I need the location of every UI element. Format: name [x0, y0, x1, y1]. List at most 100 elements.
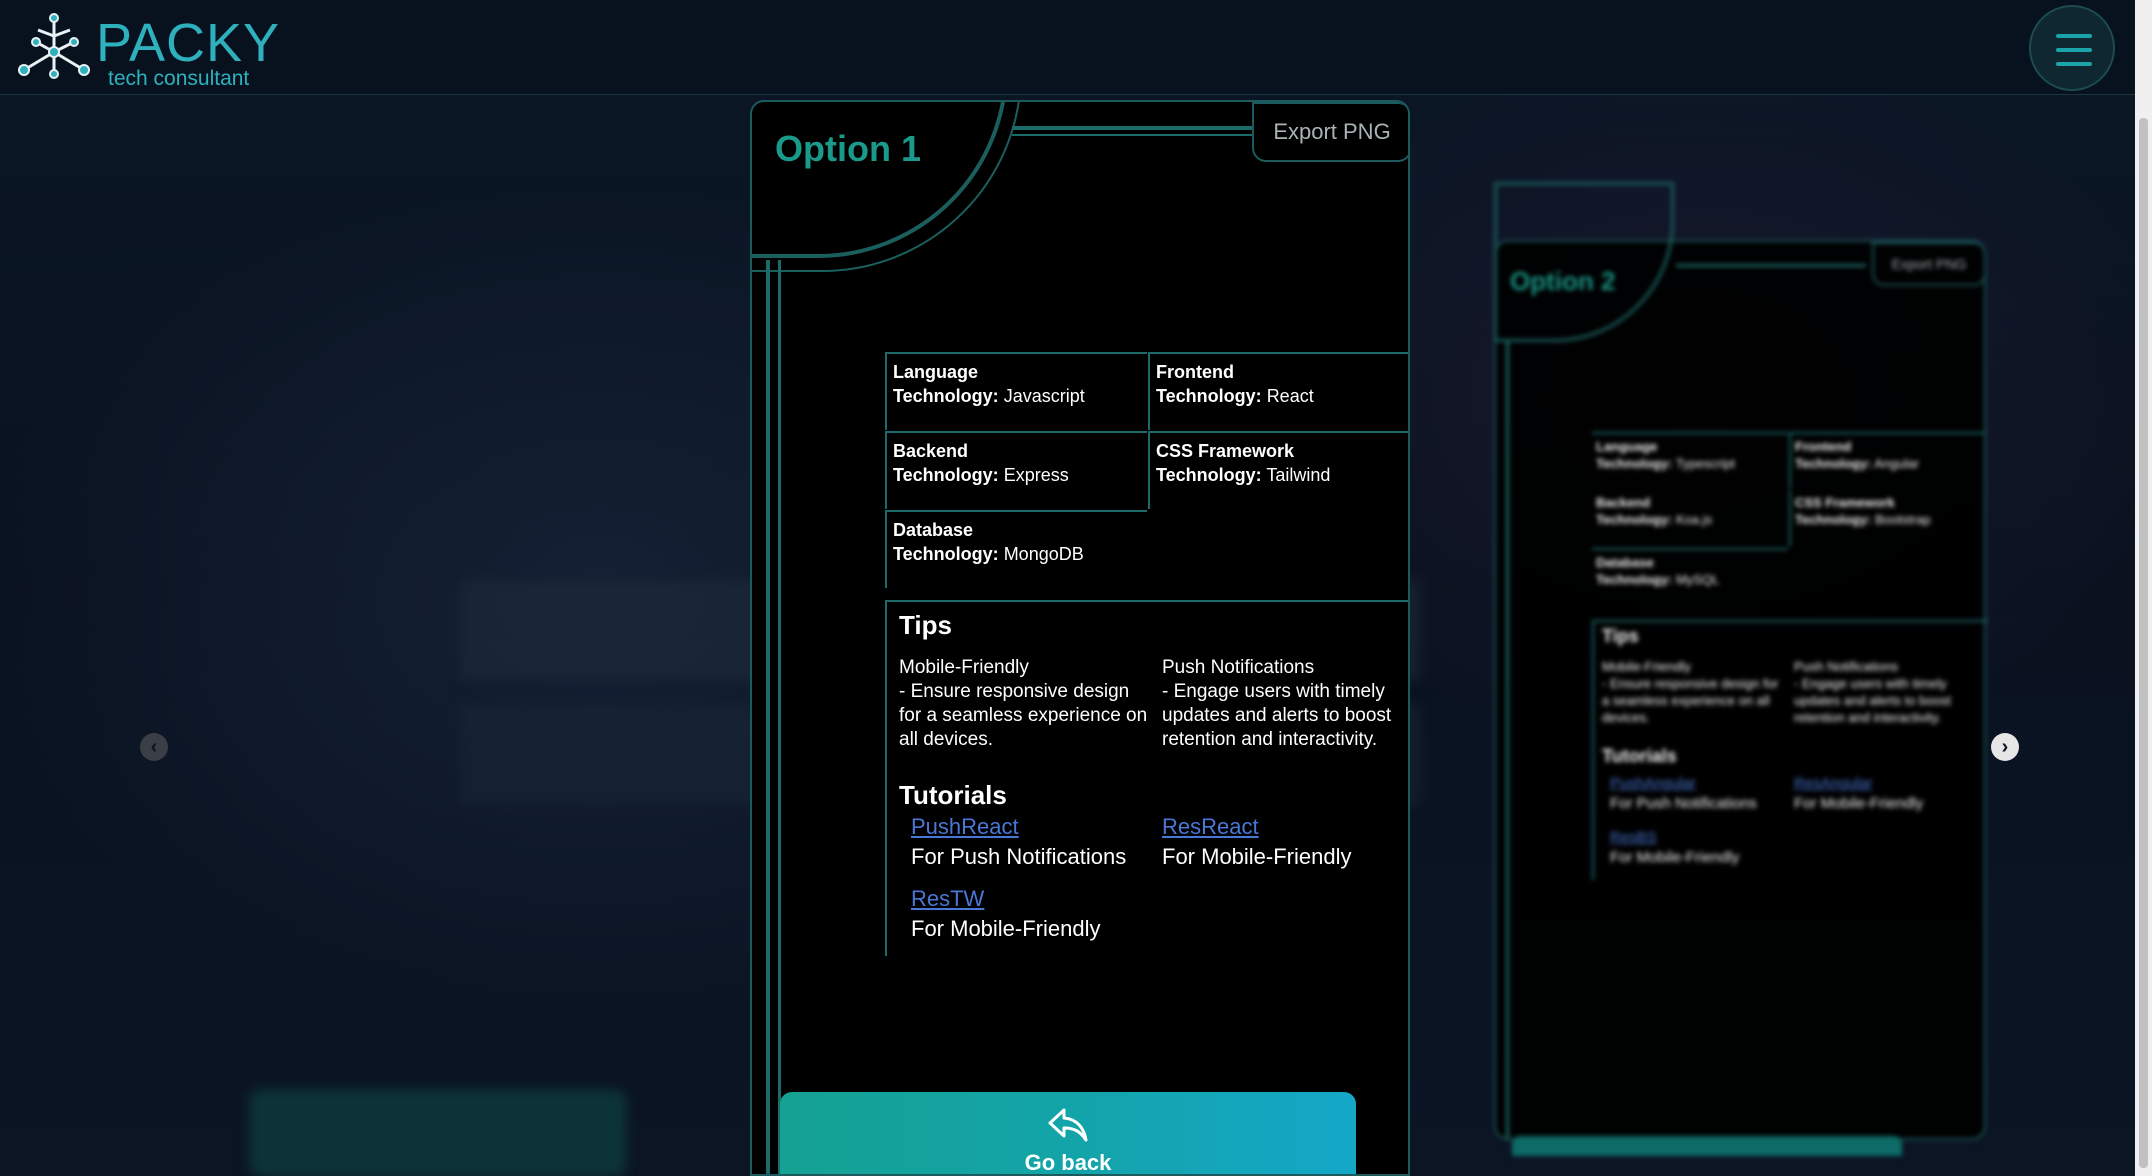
tip-text: - Ensure responsive design for a seamles…: [1602, 676, 1779, 725]
tech-value: MongoDB: [1003, 544, 1084, 564]
hamburger-icon: [2056, 34, 2092, 38]
tip-title: Push Notifications: [1794, 659, 1899, 674]
tech-label: Technology:: [1596, 456, 1673, 471]
tech-category: Database: [1596, 555, 1654, 570]
hamburger-icon-bar: [2056, 62, 2092, 66]
tutorial-link[interactable]: ResAngular: [1794, 774, 1984, 794]
card-left-rail: [778, 260, 781, 1174]
tutorials-heading: Tutorials: [899, 780, 1007, 810]
tech-category: Backend: [1596, 495, 1651, 510]
tutorial-link[interactable]: ResTW: [911, 886, 984, 911]
brand-tagline: tech consultant: [108, 67, 250, 90]
tutorial-item: ResBS For Mobile-Friendly: [1610, 828, 1790, 868]
option-card-2[interactable]: Option 2 Export PNG Language Technology: …: [1494, 182, 1988, 1156]
card-left-rail: [1506, 342, 1509, 1138]
tip-title: Mobile-Friendly: [899, 657, 1029, 678]
molecule-logo-icon: [18, 13, 90, 79]
tech-value: Tailwind: [1266, 465, 1331, 485]
tip-item: Mobile-Friendly - Ensure responsive desi…: [899, 656, 1149, 752]
tech-value: Express: [1003, 465, 1069, 485]
tech-value: React: [1266, 386, 1314, 406]
tip-title: Push Notifications: [1162, 657, 1315, 678]
export-png-button[interactable]: Export PNG: [1252, 102, 1408, 162]
background-blur-button: [250, 1090, 626, 1176]
tips-section: Tips Mobile-Friendly - Ensure responsive…: [885, 600, 1408, 956]
tech-category: Frontend: [1156, 362, 1234, 382]
tech-label: Technology:: [893, 386, 999, 406]
tips-heading: Tips: [899, 610, 952, 640]
tech-label: Technology:: [893, 544, 999, 564]
go-back-label: Go back: [1024, 1150, 1112, 1175]
tech-value: Angular: [1874, 456, 1920, 471]
tip-item: Push Notifications - Engage users with t…: [1794, 658, 1984, 726]
tech-value: Typescript: [1675, 456, 1735, 471]
tutorial-link[interactable]: PushReact: [911, 814, 1019, 839]
tutorial-purpose: For Mobile-Friendly: [1794, 795, 1924, 812]
tech-value: MySQL: [1675, 572, 1720, 587]
tech-category: Language: [1596, 439, 1658, 454]
tech-value: Bootstrap: [1874, 512, 1931, 527]
brand-name: PACKY: [96, 13, 281, 73]
card-header-curve-outer: [752, 102, 1022, 272]
tutorial-item: ResReact For Mobile-Friendly: [1162, 812, 1408, 872]
tutorials-heading: Tutorials: [1602, 746, 1677, 766]
tech-cell-language: Language Technology: Typescript: [1592, 432, 1788, 488]
tips-heading: Tips: [1602, 626, 1639, 646]
tutorial-purpose: For Mobile-Friendly: [1610, 849, 1740, 866]
tech-cell-backend: Backend Technology: Express: [885, 431, 1147, 509]
tech-label: Technology:: [1156, 386, 1262, 406]
tech-label: Technology:: [1795, 512, 1872, 527]
go-back-button[interactable]: Go back: [780, 1092, 1356, 1175]
tutorial-item: ResAngular For Mobile-Friendly: [1794, 774, 1984, 814]
card-header-curve: [1494, 182, 1674, 342]
tech-label: Technology:: [1156, 465, 1262, 485]
tip-item: Mobile-Friendly - Ensure responsive desi…: [1602, 658, 1787, 726]
tech-cell-frontend: Frontend Technology: Angular: [1789, 432, 1985, 488]
carousel-prev-button[interactable]: ‹: [140, 733, 168, 761]
card-top-rail: [1676, 264, 1866, 267]
tutorial-link[interactable]: ResReact: [1162, 814, 1259, 839]
scrollbar-thumb[interactable]: [2139, 118, 2148, 1168]
tech-label: Technology:: [893, 465, 999, 485]
tutorial-purpose: For Mobile-Friendly: [1162, 844, 1352, 869]
tech-cell-database: Database Technology: MongoDB: [885, 510, 1147, 588]
tech-category: Frontend: [1795, 439, 1852, 454]
logo[interactable]: PACKY tech consultant: [16, 12, 279, 90]
tech-value: Koa.js: [1675, 512, 1713, 527]
tip-text: - Engage users with timely updates and a…: [1162, 681, 1392, 750]
tutorial-item: PushReact For Push Notifications: [911, 812, 1161, 872]
reply-arrow-icon: [1048, 1108, 1088, 1142]
tech-cell-css-framework: CSS Framework Technology: Tailwind: [1148, 431, 1408, 509]
tutorial-link[interactable]: ResBS: [1610, 828, 1790, 848]
tips-section: Tips Mobile-Friendly - Ensure responsive…: [1592, 620, 1988, 880]
card-top-rail: [1012, 126, 1252, 130]
card-top-rail: [1012, 134, 1252, 136]
tip-text: - Engage users with timely updates and a…: [1794, 676, 1951, 725]
tech-label: Technology:: [1795, 456, 1872, 471]
tech-category: Backend: [893, 441, 969, 461]
tip-text: - Ensure responsive design for a seamles…: [899, 681, 1148, 750]
option-card-1: Option 1 Export PNG Language Technology:…: [750, 100, 1410, 1176]
tech-cell-backend: Backend Technology: Koa.js: [1592, 490, 1788, 546]
site-header: PACKY tech consultant: [0, 0, 2135, 95]
chevron-right-icon: ›: [2001, 736, 2009, 758]
hamburger-menu-button[interactable]: [2029, 5, 2115, 91]
tech-category: CSS Framework: [1795, 495, 1895, 510]
tech-category: CSS Framework: [1156, 441, 1295, 461]
tutorial-item: ResTW For Mobile-Friendly: [911, 884, 1161, 944]
hamburger-icon-bar: [2056, 48, 2092, 52]
export-png-button[interactable]: Export PNG: [1872, 242, 1986, 286]
tech-value: Javascript: [1003, 386, 1085, 406]
card-left-rail: [766, 260, 770, 1174]
tech-label: Technology:: [1596, 512, 1673, 527]
tutorial-item: PushAngular For Push Notifications: [1610, 774, 1790, 814]
tech-cell-language: Language Technology: Javascript: [885, 352, 1147, 430]
tech-cell-css-framework: CSS Framework Technology: Bootstrap: [1789, 490, 1985, 546]
tutorial-link[interactable]: PushAngular: [1610, 774, 1790, 794]
tech-category: Language: [893, 362, 979, 382]
option-title: Option 1: [775, 128, 921, 169]
tech-cell-frontend: Frontend Technology: React: [1148, 352, 1408, 430]
carousel-next-button[interactable]: ›: [1991, 733, 2019, 761]
chevron-left-icon: ‹: [150, 736, 158, 758]
go-back-button[interactable]: [1512, 1136, 1902, 1156]
